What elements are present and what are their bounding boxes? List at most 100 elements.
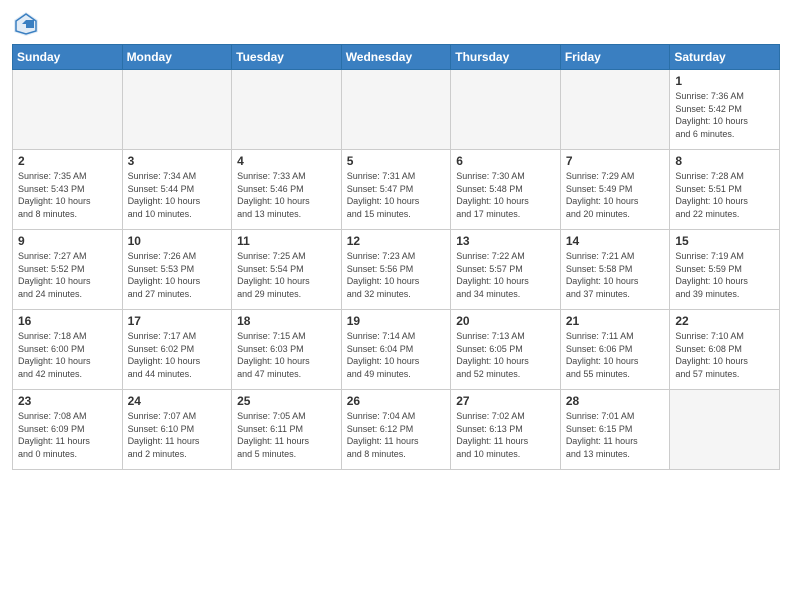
day-number: 14	[566, 234, 665, 248]
day-info: Sunrise: 7:18 AM Sunset: 6:00 PM Dayligh…	[18, 330, 117, 380]
day-number: 7	[566, 154, 665, 168]
day-number: 18	[237, 314, 336, 328]
weekday-header-saturday: Saturday	[670, 45, 780, 70]
calendar-cell: 3 Sunrise: 7:34 AM Sunset: 5:44 PM Daylig…	[122, 150, 232, 230]
day-number: 20	[456, 314, 555, 328]
weekday-header-wednesday: Wednesday	[341, 45, 451, 70]
calendar-cell: 15 Sunrise: 7:19 AM Sunset: 5:59 PM Dayli…	[670, 230, 780, 310]
week-row-1: 1 Sunrise: 7:36 AM Sunset: 5:42 PM Daylig…	[13, 70, 780, 150]
calendar-cell: 17 Sunrise: 7:17 AM Sunset: 6:02 PM Dayli…	[122, 310, 232, 390]
calendar-cell	[13, 70, 123, 150]
day-number: 15	[675, 234, 774, 248]
calendar-cell: 9 Sunrise: 7:27 AM Sunset: 5:52 PM Daylig…	[13, 230, 123, 310]
calendar-cell	[232, 70, 342, 150]
calendar-cell: 18 Sunrise: 7:15 AM Sunset: 6:03 PM Dayli…	[232, 310, 342, 390]
calendar-cell: 24 Sunrise: 7:07 AM Sunset: 6:10 PM Dayli…	[122, 390, 232, 470]
calendar-cell: 4 Sunrise: 7:33 AM Sunset: 5:46 PM Daylig…	[232, 150, 342, 230]
day-number: 9	[18, 234, 117, 248]
day-number: 28	[566, 394, 665, 408]
day-number: 6	[456, 154, 555, 168]
day-number: 19	[347, 314, 446, 328]
day-number: 1	[675, 74, 774, 88]
day-number: 23	[18, 394, 117, 408]
day-info: Sunrise: 7:01 AM Sunset: 6:15 PM Dayligh…	[566, 410, 665, 460]
day-number: 2	[18, 154, 117, 168]
day-info: Sunrise: 7:31 AM Sunset: 5:47 PM Dayligh…	[347, 170, 446, 220]
calendar-cell	[560, 70, 670, 150]
day-number: 11	[237, 234, 336, 248]
day-info: Sunrise: 7:29 AM Sunset: 5:49 PM Dayligh…	[566, 170, 665, 220]
calendar-cell: 12 Sunrise: 7:23 AM Sunset: 5:56 PM Dayli…	[341, 230, 451, 310]
day-info: Sunrise: 7:21 AM Sunset: 5:58 PM Dayligh…	[566, 250, 665, 300]
weekday-header-tuesday: Tuesday	[232, 45, 342, 70]
day-number: 12	[347, 234, 446, 248]
week-row-5: 23 Sunrise: 7:08 AM Sunset: 6:09 PM Dayli…	[13, 390, 780, 470]
day-number: 8	[675, 154, 774, 168]
page-container: SundayMondayTuesdayWednesdayThursdayFrid…	[0, 0, 792, 478]
logo-icon	[12, 10, 40, 38]
day-info: Sunrise: 7:10 AM Sunset: 6:08 PM Dayligh…	[675, 330, 774, 380]
day-number: 3	[128, 154, 227, 168]
week-row-2: 2 Sunrise: 7:35 AM Sunset: 5:43 PM Daylig…	[13, 150, 780, 230]
week-row-4: 16 Sunrise: 7:18 AM Sunset: 6:00 PM Dayli…	[13, 310, 780, 390]
day-info: Sunrise: 7:34 AM Sunset: 5:44 PM Dayligh…	[128, 170, 227, 220]
calendar-cell: 10 Sunrise: 7:26 AM Sunset: 5:53 PM Dayli…	[122, 230, 232, 310]
day-info: Sunrise: 7:26 AM Sunset: 5:53 PM Dayligh…	[128, 250, 227, 300]
week-row-3: 9 Sunrise: 7:27 AM Sunset: 5:52 PM Daylig…	[13, 230, 780, 310]
calendar-cell: 22 Sunrise: 7:10 AM Sunset: 6:08 PM Dayli…	[670, 310, 780, 390]
day-info: Sunrise: 7:28 AM Sunset: 5:51 PM Dayligh…	[675, 170, 774, 220]
day-number: 27	[456, 394, 555, 408]
day-info: Sunrise: 7:02 AM Sunset: 6:13 PM Dayligh…	[456, 410, 555, 460]
calendar-cell: 26 Sunrise: 7:04 AM Sunset: 6:12 PM Dayli…	[341, 390, 451, 470]
day-info: Sunrise: 7:15 AM Sunset: 6:03 PM Dayligh…	[237, 330, 336, 380]
day-number: 22	[675, 314, 774, 328]
day-number: 10	[128, 234, 227, 248]
day-info: Sunrise: 7:17 AM Sunset: 6:02 PM Dayligh…	[128, 330, 227, 380]
weekday-header-thursday: Thursday	[451, 45, 561, 70]
day-info: Sunrise: 7:33 AM Sunset: 5:46 PM Dayligh…	[237, 170, 336, 220]
calendar-cell: 5 Sunrise: 7:31 AM Sunset: 5:47 PM Daylig…	[341, 150, 451, 230]
calendar-cell: 14 Sunrise: 7:21 AM Sunset: 5:58 PM Dayli…	[560, 230, 670, 310]
calendar-cell	[670, 390, 780, 470]
weekday-header-sunday: Sunday	[13, 45, 123, 70]
day-number: 16	[18, 314, 117, 328]
calendar-cell: 28 Sunrise: 7:01 AM Sunset: 6:15 PM Dayli…	[560, 390, 670, 470]
day-number: 26	[347, 394, 446, 408]
calendar-cell: 16 Sunrise: 7:18 AM Sunset: 6:00 PM Dayli…	[13, 310, 123, 390]
day-info: Sunrise: 7:07 AM Sunset: 6:10 PM Dayligh…	[128, 410, 227, 460]
weekday-header-monday: Monday	[122, 45, 232, 70]
calendar-cell: 19Sunrise: 7:14 AM Sunset: 6:04 PM Dayli…	[341, 310, 451, 390]
day-number: 17	[128, 314, 227, 328]
day-info: Sunrise: 7:08 AM Sunset: 6:09 PM Dayligh…	[18, 410, 117, 460]
calendar-cell	[341, 70, 451, 150]
calendar-cell: 7 Sunrise: 7:29 AM Sunset: 5:49 PM Daylig…	[560, 150, 670, 230]
day-info: Sunrise: 7:05 AM Sunset: 6:11 PM Dayligh…	[237, 410, 336, 460]
calendar-cell: 11 Sunrise: 7:25 AM Sunset: 5:54 PM Dayli…	[232, 230, 342, 310]
day-number: 4	[237, 154, 336, 168]
logo	[12, 10, 44, 38]
calendar-cell	[451, 70, 561, 150]
day-number: 5	[347, 154, 446, 168]
day-number: 24	[128, 394, 227, 408]
day-info: Sunrise: 7:11 AM Sunset: 6:06 PM Dayligh…	[566, 330, 665, 380]
day-number: 21	[566, 314, 665, 328]
header	[12, 10, 780, 38]
calendar-cell	[122, 70, 232, 150]
calendar-cell: 27 Sunrise: 7:02 AM Sunset: 6:13 PM Dayli…	[451, 390, 561, 470]
weekday-header-row: SundayMondayTuesdayWednesdayThursdayFrid…	[13, 45, 780, 70]
weekday-header-friday: Friday	[560, 45, 670, 70]
day-info: Sunrise: 7:35 AM Sunset: 5:43 PM Dayligh…	[18, 170, 117, 220]
calendar-cell: 20 Sunrise: 7:13 AM Sunset: 6:05 PM Dayli…	[451, 310, 561, 390]
day-info: Sunrise: 7:36 AM Sunset: 5:42 PM Dayligh…	[675, 90, 774, 140]
calendar-cell: 25Sunrise: 7:05 AM Sunset: 6:11 PM Dayli…	[232, 390, 342, 470]
day-info: Sunrise: 7:13 AM Sunset: 6:05 PM Dayligh…	[456, 330, 555, 380]
day-info: Sunrise: 7:23 AM Sunset: 5:56 PM Dayligh…	[347, 250, 446, 300]
calendar-cell: 23 Sunrise: 7:08 AM Sunset: 6:09 PM Dayli…	[13, 390, 123, 470]
day-info: Sunrise: 7:25 AM Sunset: 5:54 PM Dayligh…	[237, 250, 336, 300]
calendar-cell: 13Sunrise: 7:22 AM Sunset: 5:57 PM Dayli…	[451, 230, 561, 310]
day-info: Sunrise: 7:22 AM Sunset: 5:57 PM Dayligh…	[456, 250, 555, 300]
day-info: Sunrise: 7:19 AM Sunset: 5:59 PM Dayligh…	[675, 250, 774, 300]
day-info: Sunrise: 7:27 AM Sunset: 5:52 PM Dayligh…	[18, 250, 117, 300]
calendar-cell: 2 Sunrise: 7:35 AM Sunset: 5:43 PM Daylig…	[13, 150, 123, 230]
day-info: Sunrise: 7:04 AM Sunset: 6:12 PM Dayligh…	[347, 410, 446, 460]
